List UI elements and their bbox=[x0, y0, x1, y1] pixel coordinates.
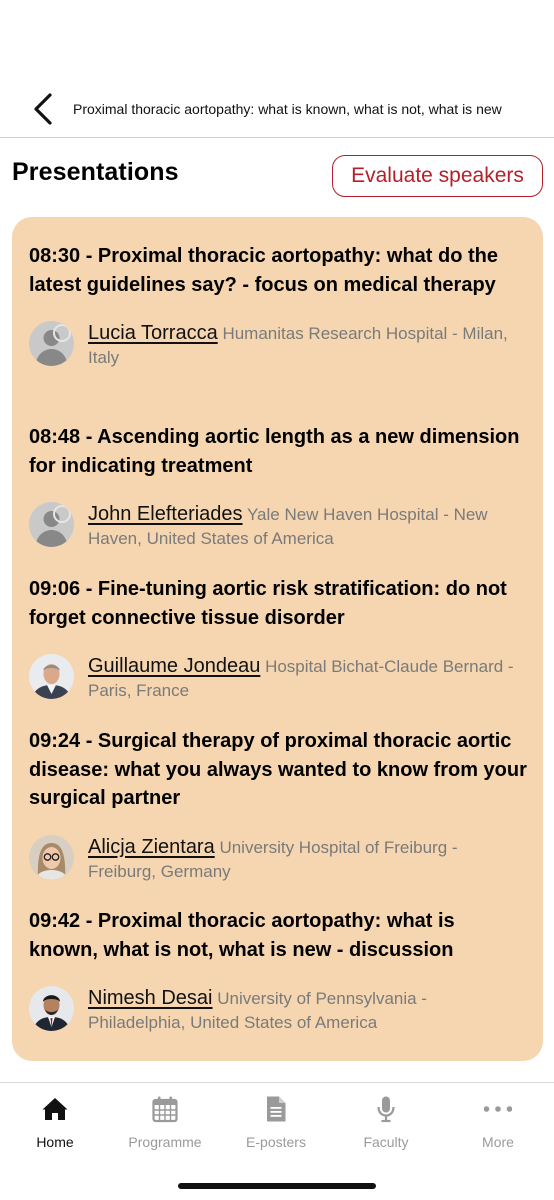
presentation-title[interactable]: 09:06 - Fine-tuning aortic risk stratifi… bbox=[29, 575, 529, 632]
speaker-name[interactable]: Alicja Zientara bbox=[88, 836, 215, 858]
home-icon bbox=[42, 1098, 68, 1120]
tab-label: Programme bbox=[128, 1134, 202, 1150]
speaker-photo-icon bbox=[29, 834, 74, 880]
presentation-title[interactable]: 08:48 - Ascending aortic length as a new… bbox=[29, 423, 529, 480]
nav-header: Proximal thoracic aortopathy: what is kn… bbox=[0, 76, 554, 138]
back-button[interactable] bbox=[30, 92, 60, 126]
speaker-avatar[interactable] bbox=[29, 321, 74, 366]
speaker-avatar[interactable] bbox=[29, 654, 74, 699]
chevron-left-icon bbox=[34, 93, 52, 125]
presentation-item: 09:42 - Proximal thoracic aortopathy: wh… bbox=[29, 907, 529, 1034]
speaker-avatar[interactable] bbox=[29, 834, 74, 880]
speaker-name[interactable]: Nimesh Desai bbox=[88, 987, 212, 1009]
speaker-row: Lucia Torracca Humanitas Research Hospit… bbox=[29, 321, 529, 369]
speaker-row: Nimesh Desai University of Pennsylvania … bbox=[29, 986, 529, 1034]
section-title: Presentations bbox=[12, 158, 179, 186]
tab-label: E-posters bbox=[246, 1134, 306, 1150]
tab-label: Home bbox=[36, 1134, 74, 1150]
tab-more[interactable]: More bbox=[443, 1083, 553, 1163]
presentation-item: 09:24 - Surgical therapy of proximal tho… bbox=[29, 727, 529, 883]
speaker-name[interactable]: Lucia Torracca bbox=[88, 322, 218, 344]
speaker-photo-icon bbox=[29, 986, 74, 1031]
presentation-title[interactable]: 09:42 - Proximal thoracic aortopathy: wh… bbox=[29, 907, 529, 964]
evaluate-speakers-button[interactable]: Evaluate speakers bbox=[332, 155, 543, 197]
tab-label: More bbox=[482, 1134, 514, 1150]
speaker-avatar[interactable] bbox=[29, 502, 74, 547]
speaker-photo-icon bbox=[29, 654, 74, 699]
presentation-title[interactable]: 08:30 - Proximal thoracic aortopathy: wh… bbox=[29, 242, 529, 299]
page-title: Proximal thoracic aortopathy: what is kn… bbox=[73, 101, 502, 117]
tab-faculty[interactable]: Faculty bbox=[331, 1083, 441, 1163]
speaker-row: Alicja Zientara University Hospital of F… bbox=[29, 834, 529, 883]
presentation-title[interactable]: 09:24 - Surgical therapy of proximal tho… bbox=[29, 727, 529, 813]
microphone-icon bbox=[377, 1096, 395, 1123]
tab-home[interactable]: Home bbox=[0, 1083, 110, 1163]
more-icon bbox=[484, 1106, 512, 1112]
presentation-item: 08:30 - Proximal thoracic aortopathy: wh… bbox=[29, 242, 529, 369]
speaker-row: John Elefteriades Yale New Haven Hospita… bbox=[29, 502, 529, 550]
presentation-item: 09:06 - Fine-tuning aortic risk stratifi… bbox=[29, 575, 529, 702]
person-placeholder-icon bbox=[29, 321, 74, 366]
tab-label: Faculty bbox=[363, 1134, 409, 1150]
presentations-card: 08:30 - Proximal thoracic aortopathy: wh… bbox=[12, 217, 543, 1061]
speaker-row: Guillaume Jondeau Hospital Bichat-Claude… bbox=[29, 654, 529, 702]
presentation-item: 08:48 - Ascending aortic length as a new… bbox=[29, 423, 529, 550]
person-placeholder-icon bbox=[29, 502, 74, 547]
home-indicator bbox=[178, 1183, 376, 1189]
tab-e-posters[interactable]: E-posters bbox=[221, 1083, 331, 1163]
calendar-icon bbox=[152, 1096, 178, 1123]
speaker-name[interactable]: John Elefteriades bbox=[88, 503, 243, 525]
document-icon bbox=[267, 1096, 286, 1122]
speaker-avatar[interactable] bbox=[29, 986, 74, 1031]
tab-programme[interactable]: Programme bbox=[110, 1083, 220, 1163]
speaker-name[interactable]: Guillaume Jondeau bbox=[88, 655, 260, 677]
